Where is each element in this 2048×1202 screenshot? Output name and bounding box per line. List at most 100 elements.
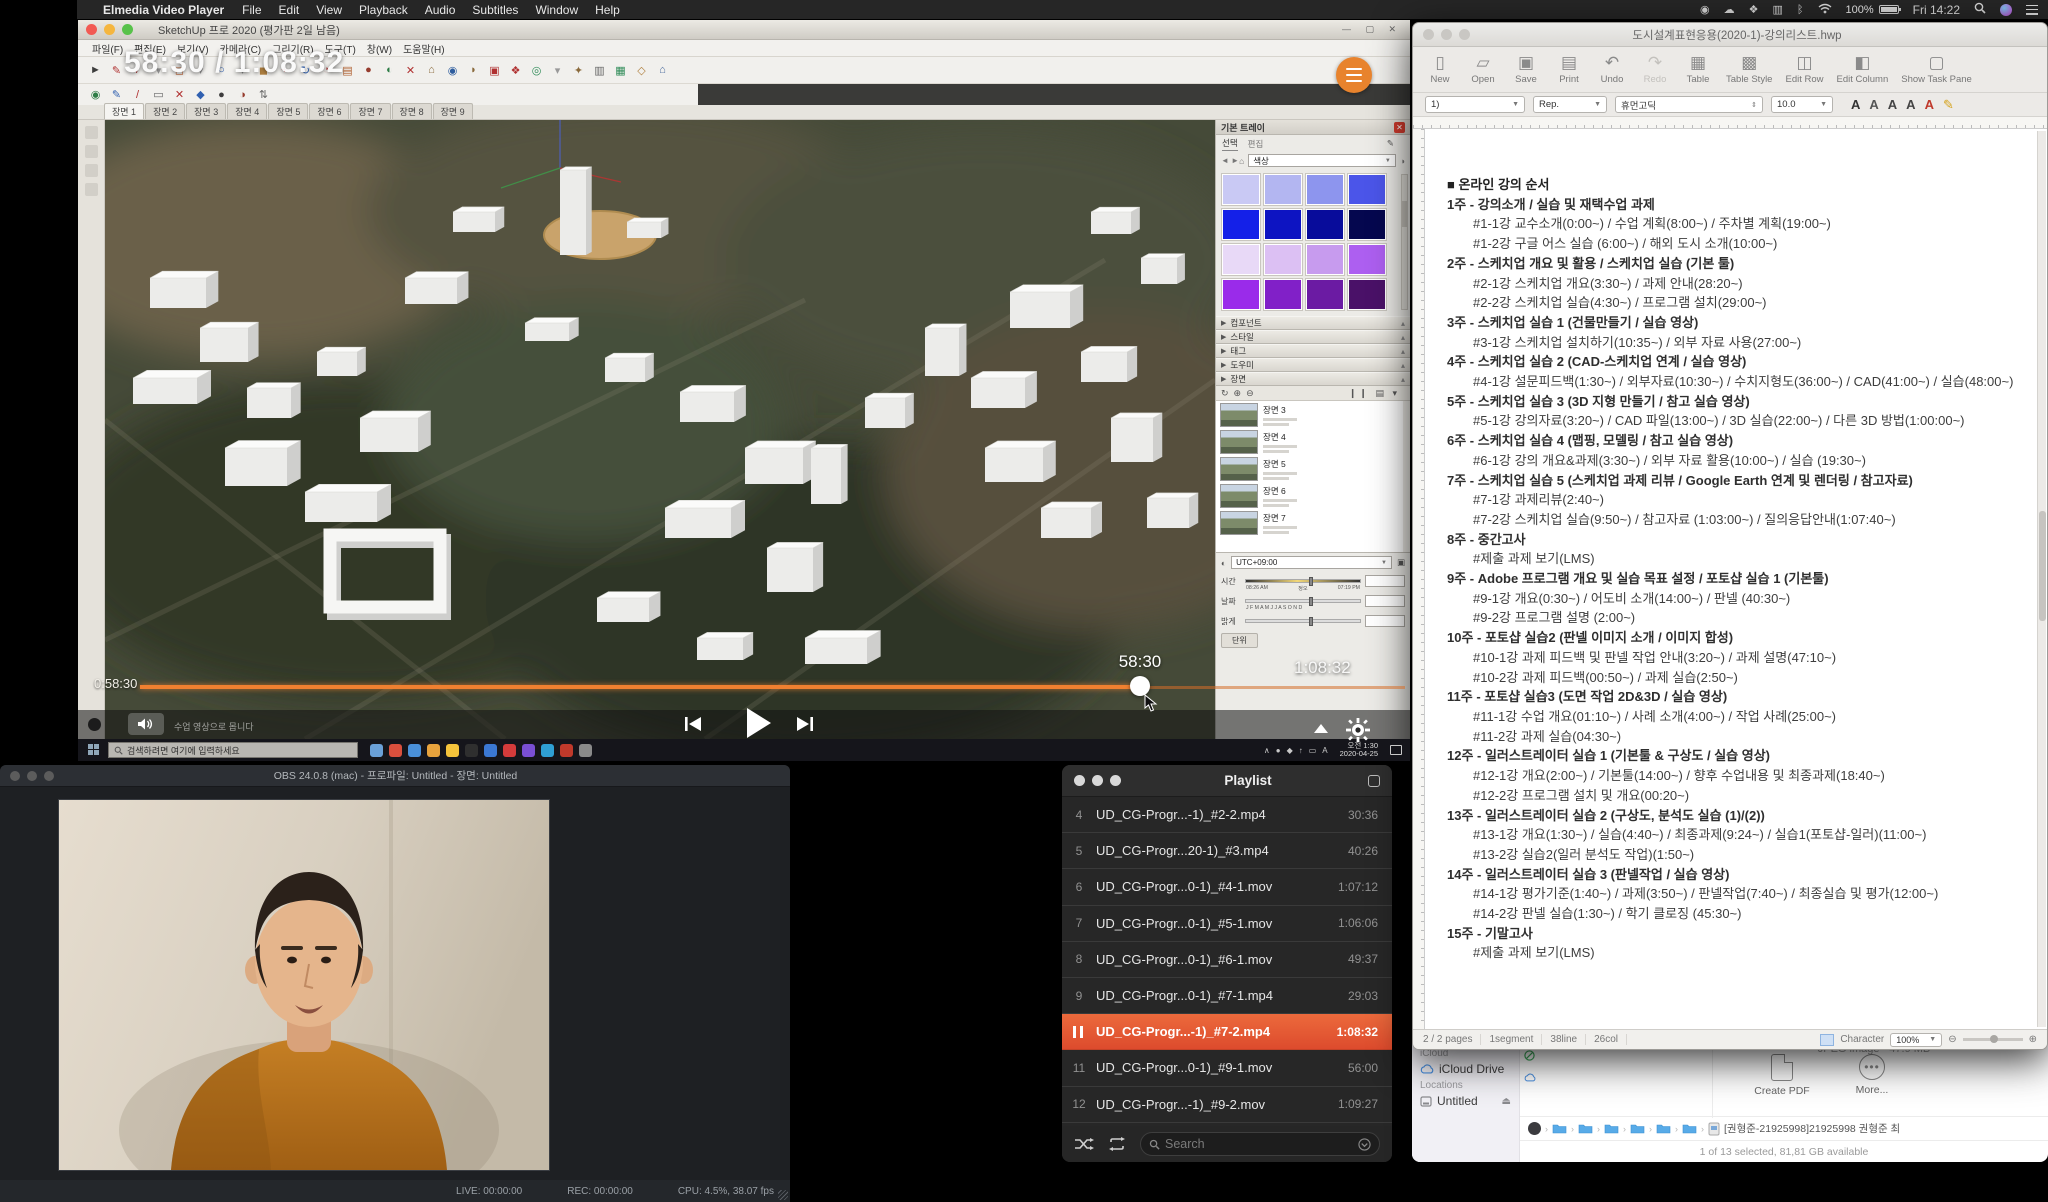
minimize-button[interactable]: [1092, 775, 1103, 786]
file-icon[interactable]: [1708, 1122, 1720, 1136]
zoom-select[interactable]: 100%▼: [1890, 1033, 1942, 1047]
playlist-row[interactable]: 8 UD_CG-Progr...0-1)_#6-1.mov 49:37: [1062, 942, 1392, 978]
scene-list-item[interactable]: 장면 7: [1220, 511, 1406, 535]
taskbar-app-icon[interactable]: [427, 744, 440, 757]
scrollbar-thumb[interactable]: [2039, 511, 2046, 621]
menu-item[interactable]: File: [242, 3, 261, 17]
document-page[interactable]: ■ 온라인 강의 순서 1주 - 강의소개 / 실습 및 재택수업 과제 #1-…: [1425, 129, 2035, 1029]
play-button[interactable]: [738, 704, 776, 742]
sketchup-tool-icon[interactable]: ▣: [485, 61, 504, 79]
taskbar-app-icon[interactable]: [465, 744, 478, 757]
sidebar-item-untitled[interactable]: Untitled ⏏: [1420, 1094, 1511, 1108]
app-menu-title[interactable]: Elmedia Video Player: [103, 3, 224, 17]
back-icon[interactable]: ◄ ►: [1221, 156, 1239, 165]
zoom-slider[interactable]: [1963, 1038, 2023, 1041]
taskbar-app-icon[interactable]: [389, 744, 402, 757]
sketchup-tool-icon[interactable]: ⇅: [254, 86, 273, 104]
tray-status-icon[interactable]: ●: [1276, 746, 1281, 755]
windows-search-box[interactable]: 검색하려면 여기에 입력하세요: [108, 742, 358, 758]
tray-status-icon[interactable]: A: [1322, 746, 1327, 755]
obs-preview-canvas[interactable]: [58, 799, 550, 1171]
path-folder[interactable]: ›: [1552, 1123, 1574, 1134]
remove-scene-icon[interactable]: ⊖: [1246, 388, 1254, 399]
playlist-mode-icon[interactable]: [1368, 775, 1380, 787]
paint-icon[interactable]: ◑: [1400, 156, 1405, 166]
playlist-row[interactable]: 7 UD_CG-Progr...0-1)_#5-1.mov 1:06:06: [1062, 906, 1392, 942]
sketchup-tool-icon[interactable]: ⌂: [653, 61, 672, 79]
scene-tab[interactable]: 장면 3: [186, 103, 226, 119]
shadow-toggle-icon[interactable]: ◐: [1221, 558, 1226, 568]
time-slider[interactable]: 08:26 AM 정오 07:19 PM: [1245, 579, 1361, 583]
add-scene-icon[interactable]: ⊕: [1234, 388, 1242, 399]
playlist-row[interactable]: UD_CG-Progr...-1)_#7-2.mp4 1:08:32: [1062, 1014, 1392, 1050]
create-pdf-button[interactable]: Create PDF: [1742, 1054, 1822, 1097]
format-button[interactable]: A: [1925, 97, 1934, 112]
next-button[interactable]: [795, 714, 815, 734]
volume-button[interactable]: [128, 713, 164, 735]
hwp-toolbar-button[interactable]: ↶ Undo: [1597, 54, 1627, 85]
hwp-toolbar-button[interactable]: ▦ Table: [1683, 54, 1713, 85]
format-button[interactable]: A: [1851, 97, 1860, 112]
scene-view-options[interactable]: ❙❙ ▤ ▾: [1349, 388, 1400, 399]
sketchup-tool-icon[interactable]: /: [128, 86, 147, 104]
playlist-search-input[interactable]: Search: [1140, 1132, 1380, 1156]
sketchup-tool-icon[interactable]: ▥: [590, 61, 609, 79]
sketchup-tool-icon[interactable]: ◆: [191, 86, 210, 104]
scene-scrollbar[interactable]: [1403, 401, 1410, 552]
taskbar-app-icon[interactable]: [560, 744, 573, 757]
settings-gear-icon[interactable]: [1346, 718, 1370, 742]
path-file-label[interactable]: [권형준-21925998]21925998 권형준 최: [1724, 1121, 1900, 1136]
color-swatch[interactable]: [1306, 279, 1344, 310]
color-swatch[interactable]: [1222, 279, 1260, 310]
tray-status-icon[interactable]: ▭: [1309, 746, 1317, 755]
scene-tab[interactable]: 장면 5: [268, 103, 308, 119]
sketchup-tool-icon[interactable]: ●: [359, 61, 378, 79]
close-button[interactable]: [10, 771, 20, 781]
sketchup-tool-icon[interactable]: ▦: [611, 61, 630, 79]
menu-item[interactable]: Window: [535, 3, 578, 17]
taskbar-app-icon[interactable]: [408, 744, 421, 757]
path-folder[interactable]: ›: [1656, 1123, 1678, 1134]
obs-icon[interactable]: ◉: [1700, 3, 1710, 16]
tray-status-icon[interactable]: ◆: [1287, 746, 1293, 755]
color-swatch[interactable]: [1306, 209, 1344, 240]
close-button[interactable]: [86, 24, 97, 35]
minimize-button[interactable]: [1441, 29, 1452, 40]
color-swatch[interactable]: [1348, 209, 1386, 240]
playlist-row[interactable]: 5 UD_CG-Progr...20-1)_#3.mp4 40:26: [1062, 833, 1392, 869]
format-button[interactable]: A: [1906, 97, 1915, 112]
filter-chevron-icon[interactable]: [1358, 1138, 1371, 1151]
sketchup-tool-icon[interactable]: ▭: [149, 86, 168, 104]
device-icon[interactable]: ▥: [1772, 3, 1782, 16]
tray-section-bar[interactable]: ▶ 컴포넌트 ▴: [1216, 316, 1410, 330]
sketchup-tool-icon[interactable]: ◉: [443, 61, 462, 79]
playlist-row[interactable]: 12 UD_CG-Progr...-1)_#9-2.mov 1:09:27: [1062, 1087, 1392, 1123]
vertical-ruler[interactable]: [1413, 129, 1425, 1029]
insert-mode-icon[interactable]: [1820, 1034, 1834, 1046]
camera-icon[interactable]: ▣: [1397, 557, 1405, 568]
path-folder[interactable]: ›: [1682, 1123, 1704, 1134]
color-swatch[interactable]: [1264, 244, 1302, 275]
hwp-toolbar-button[interactable]: ◫ Edit Row: [1785, 54, 1823, 85]
hwp-toolbar-button[interactable]: ▣ Save: [1511, 54, 1541, 85]
tray-section-bar[interactable]: ▶ 도우미 ▴: [1216, 358, 1410, 372]
taskbar-app-icon[interactable]: [446, 744, 459, 757]
scene-list-item[interactable]: 장면 3: [1220, 403, 1406, 427]
hwp-toolbar-button[interactable]: ▤ Print: [1554, 54, 1584, 85]
zoom-button[interactable]: [1110, 775, 1121, 786]
home-icon[interactable]: ⌂: [1239, 156, 1244, 166]
close-button[interactable]: [1074, 775, 1085, 786]
menubar-clock[interactable]: Fri 14:22: [1913, 3, 1960, 17]
icloud-icon[interactable]: ☁: [1724, 3, 1735, 16]
shuffle-icon[interactable]: [1074, 1137, 1094, 1151]
sketchup-tool-icon[interactable]: ◇: [632, 61, 651, 79]
bluetooth-icon[interactable]: ᛒ: [1797, 4, 1804, 16]
bright-slider[interactable]: [1245, 619, 1361, 623]
close-button[interactable]: [1423, 29, 1434, 40]
menu-item[interactable]: Help: [595, 3, 620, 17]
color-swatch[interactable]: [1264, 279, 1302, 310]
panel-expand-arrow[interactable]: [1314, 724, 1328, 733]
volume-icon[interactable]: [1528, 1122, 1541, 1135]
sketchup-tool-icon[interactable]: ●: [212, 86, 231, 104]
zoom-button[interactable]: [1459, 29, 1470, 40]
